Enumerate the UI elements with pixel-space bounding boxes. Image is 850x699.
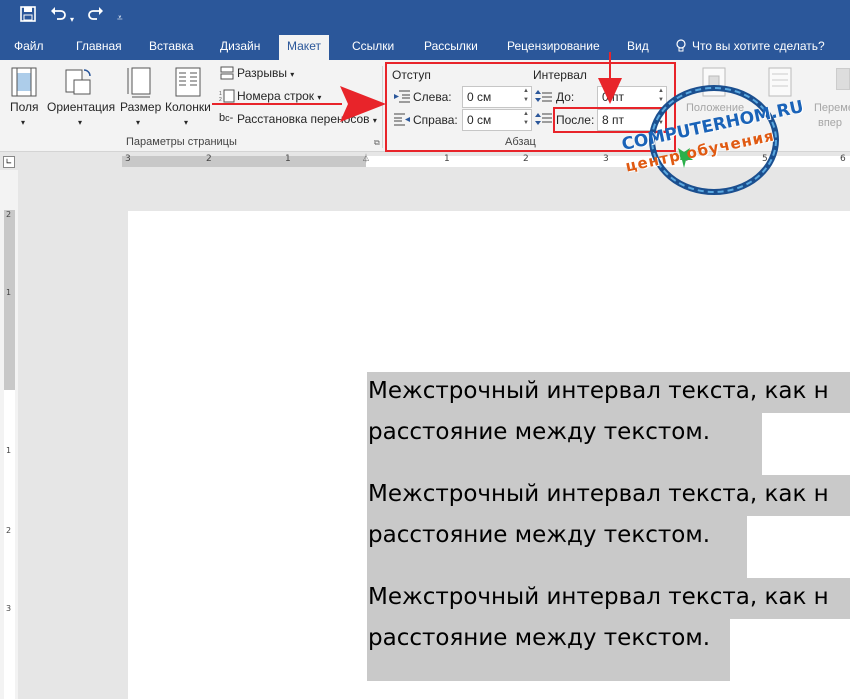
page-setup-launcher-icon[interactable]: ⧉ xyxy=(374,138,380,148)
vruler-number: 2 xyxy=(6,210,12,219)
margins-button[interactable]: Поля xyxy=(10,100,39,114)
vruler-number: 1 xyxy=(6,446,12,455)
document-line[interactable]: расстояние между текстом. xyxy=(368,625,710,651)
size-caret[interactable]: ▾ xyxy=(136,118,140,127)
tell-me-input[interactable]: Что вы хотите сделать? xyxy=(692,39,825,53)
tab-selector-icon[interactable]: ∟ xyxy=(3,156,15,168)
tab-home[interactable]: Главная xyxy=(76,39,122,53)
margins-caret[interactable]: ▾ xyxy=(21,118,25,127)
page-setup-group-label: Параметры страницы xyxy=(126,136,237,148)
tab-references[interactable]: Ссылки xyxy=(352,39,394,53)
size-button[interactable]: Размер xyxy=(120,100,161,114)
save-icon[interactable] xyxy=(20,6,36,27)
orientation-icon xyxy=(65,69,91,95)
document-line[interactable]: Межстрочный интервал текста, как н xyxy=(368,584,829,610)
size-icon xyxy=(127,67,151,98)
red-arrow-right-icon xyxy=(212,86,386,122)
columns-button[interactable]: Колонки xyxy=(165,100,211,114)
ruler-number: 2 xyxy=(523,154,529,164)
tab-mailings[interactable]: Рассылки xyxy=(424,39,478,53)
document-line[interactable]: Межстрочный интервал текста, как н xyxy=(368,481,829,507)
tab-review[interactable]: Рецензирование xyxy=(507,39,600,53)
document-line[interactable]: Межстрочный интервал текста, как н xyxy=(368,378,829,404)
breaks-button[interactable]: Разрывы ▾ xyxy=(237,66,294,80)
columns-icon xyxy=(175,67,201,97)
tab-insert[interactable]: Вставка xyxy=(149,39,194,53)
vruler-text-area xyxy=(4,390,15,699)
redo-icon[interactable] xyxy=(86,6,104,27)
ruler-number: 2 xyxy=(206,154,212,164)
undo-dropdown-icon[interactable]: ▾ xyxy=(70,10,74,30)
arrange-partial-icon xyxy=(836,68,850,90)
orientation-caret[interactable]: ▾ xyxy=(78,118,82,127)
watermark-logo: COMPUTERHOM.RU центр обучения xyxy=(618,72,808,202)
columns-caret[interactable]: ▾ xyxy=(184,118,188,127)
lightbulb-icon xyxy=(676,39,686,56)
bring-forward-label-2: впер xyxy=(818,117,843,129)
vruler-number: 1 xyxy=(6,288,12,297)
tab-view[interactable]: Вид xyxy=(627,39,649,53)
ruler-margin-left xyxy=(122,156,366,167)
ruler-number: 3 xyxy=(603,154,609,164)
tab-layout[interactable]: Макет xyxy=(279,35,329,60)
undo-icon[interactable] xyxy=(50,6,68,27)
orientation-button[interactable]: Ориентация xyxy=(47,100,115,114)
document-line[interactable]: расстояние между текстом. xyxy=(368,522,710,548)
customize-toolbar-icon[interactable]: ⩡ xyxy=(117,9,123,29)
vruler-number: 3 xyxy=(6,604,12,613)
ruler-number: 3 xyxy=(125,154,131,164)
margins-icon xyxy=(11,67,37,97)
document-line[interactable]: расстояние между текстом. xyxy=(368,419,710,445)
tab-design[interactable]: Дизайн xyxy=(220,39,260,53)
ruler-number: 1 xyxy=(285,154,291,164)
breaks-icon xyxy=(219,66,235,83)
vruler-margin-top xyxy=(4,210,15,390)
vertical-ruler: 2 1 1 2 3 xyxy=(0,170,18,699)
tab-file[interactable]: Файл xyxy=(14,39,44,53)
ruler-number: 1 xyxy=(444,154,450,164)
indent-marker-icon[interactable]: ⏃ xyxy=(362,153,370,164)
vruler-number: 2 xyxy=(6,526,12,535)
ruler-number: 6 xyxy=(840,154,846,164)
bring-forward-button[interactable]: Переме xyxy=(814,102,850,114)
ribbon-tabs: Файл Главная Вставка Дизайн Макет Ссылки… xyxy=(0,34,850,60)
breaks-label: Разрывы xyxy=(237,66,287,80)
title-bar: ▾ ⩡ xyxy=(0,0,850,34)
